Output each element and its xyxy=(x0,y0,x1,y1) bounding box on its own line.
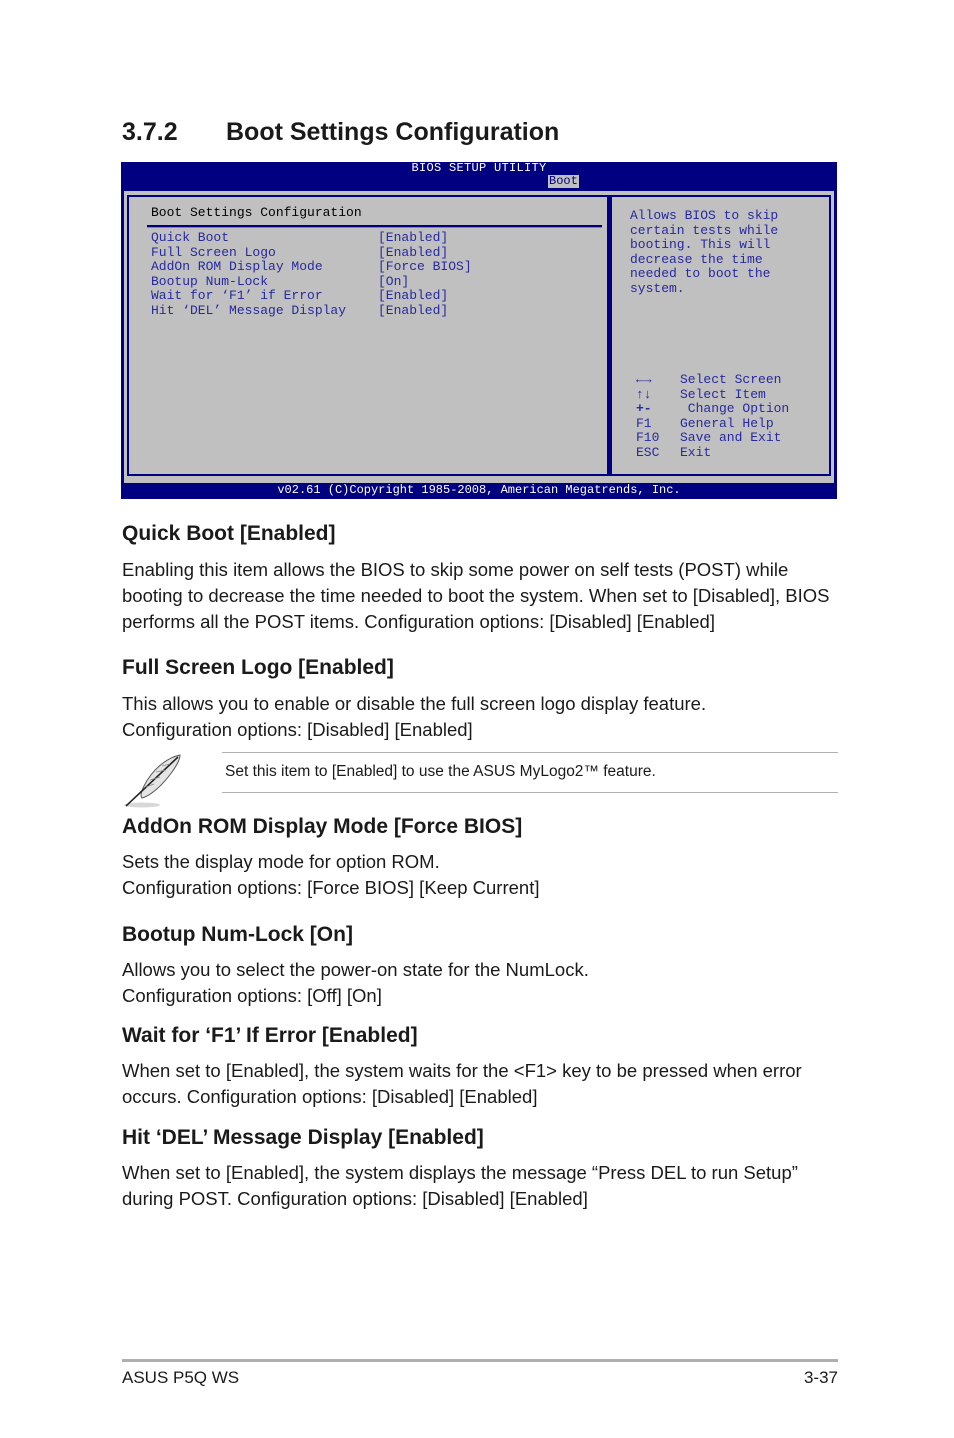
bios-title-bar: BIOS SETUP UTILITY Boot xyxy=(121,162,837,188)
setting-addon-rom-display-mode[interactable]: AddOn ROM Display Mode [Force BIOS] xyxy=(151,259,472,275)
footer-product: ASUS P5Q WS xyxy=(122,1368,240,1387)
setting-label: Full Screen Logo xyxy=(151,244,276,260)
desc-num-lock: Allows you to select the power-on state … xyxy=(122,959,589,1006)
note-top-rule xyxy=(222,752,838,753)
setting-value: [Enabled] xyxy=(378,230,449,245)
panel-heading: Boot Settings Configuration xyxy=(151,205,362,220)
key-name: F1 xyxy=(636,415,652,431)
key-action: Select Item xyxy=(680,386,766,402)
page-footer-rule xyxy=(122,1359,838,1362)
setting-label: Hit ‘DEL’ Message Display xyxy=(151,302,347,318)
setting-label: Bootup Num-Lock xyxy=(151,273,269,289)
setting-value: [On] xyxy=(378,273,410,289)
heading-num-lock: Bootup Num-Lock [On] xyxy=(122,923,353,946)
feather-pen-icon xyxy=(124,754,181,808)
key-select-item: ↑↓ Select Item xyxy=(636,386,789,403)
key-save-exit: F10 Save and Exit xyxy=(636,430,789,446)
note-box: Set this item to [Enabled] to use the AS… xyxy=(122,752,838,808)
note-bottom-rule xyxy=(222,792,838,793)
heading-divider xyxy=(147,225,602,228)
bios-body: Boot Settings Configuration Quick Boot [E… xyxy=(124,191,834,483)
settings-pane: Boot Settings Configuration Quick Boot [E… xyxy=(127,195,607,476)
note-text: Set this item to [Enabled] to use the AS… xyxy=(225,763,656,780)
desc-full-screen-logo: This allows you to enable or disable the… xyxy=(122,693,707,740)
key-general-help: F1 General Help xyxy=(636,415,789,432)
key-name: ESC xyxy=(636,444,660,460)
arrows-up-down-icon: ↑↓ xyxy=(636,386,652,402)
setting-value: [Enabled] xyxy=(378,302,449,318)
help-pane: Allows BIOS to skip certain tests while … xyxy=(610,195,831,476)
tab-boot[interactable]: Boot xyxy=(548,175,579,188)
heading-wait-f1: Wait for ‘F1’ If Error [Enabled] xyxy=(122,1024,418,1047)
section-title-text: Boot Settings Configuration xyxy=(226,118,560,146)
setting-wait-for-f1[interactable]: Wait for ‘F1’ if Error [Enabled] xyxy=(151,288,472,304)
heading-full-screen-logo: Full Screen Logo [Enabled] xyxy=(122,656,394,679)
key-name: F10 xyxy=(636,430,660,445)
desc-addon-rom: Sets the display mode for option ROM. Co… xyxy=(122,851,540,898)
section-number: 3.7.2 xyxy=(122,118,178,146)
setting-full-screen-logo[interactable]: Full Screen Logo [Enabled] xyxy=(151,244,472,261)
plus-minus-icon: +- xyxy=(636,401,652,416)
desc-quick-boot: Enabling this item allows the BIOS to sk… xyxy=(122,559,830,632)
arrows-left-right-icon: ←→ xyxy=(636,372,652,387)
section-title: 3.7.2 Boot Settings Configuration xyxy=(122,118,559,147)
key-action: Save and Exit xyxy=(680,430,782,445)
key-action: Change Option xyxy=(680,401,790,416)
setting-label: AddOn ROM Display Mode xyxy=(151,259,323,274)
key-exit: ESC Exit xyxy=(636,444,789,461)
bios-copyright: v02.61 (C)Copyright 1985-2008, American … xyxy=(277,483,681,497)
help-text: Allows BIOS to skip certain tests while … xyxy=(630,208,779,296)
heading-hit-del: Hit ‘DEL’ Message Display [Enabled] xyxy=(122,1126,484,1149)
bios-screenshot: BIOS SETUP UTILITY Boot Boot Settings Co… xyxy=(121,162,837,499)
footer-page-number: 3-37 xyxy=(803,1368,838,1387)
setting-hit-del-message[interactable]: Hit ‘DEL’ Message Display [Enabled] xyxy=(151,302,472,319)
bios-utility-title: BIOS SETUP UTILITY xyxy=(411,161,547,175)
setting-value: [Force BIOS] xyxy=(378,259,472,274)
setting-quick-boot[interactable]: Quick Boot [Enabled] xyxy=(151,230,472,246)
desc-wait-f1: When set to [Enabled], the system waits … xyxy=(122,1060,802,1107)
key-action: Exit xyxy=(680,444,712,460)
key-action: Select Screen xyxy=(680,372,782,387)
key-change-option: +- Change Option xyxy=(636,401,790,417)
setting-label: Quick Boot xyxy=(151,230,230,245)
key-action: General Help xyxy=(680,415,774,431)
key-select-screen: ←→ Select Screen xyxy=(636,372,789,388)
settings-list: Quick Boot [Enabled] Full Screen Logo [Ena… xyxy=(151,230,472,319)
desc-hit-del: When set to [Enabled], the system displa… xyxy=(122,1162,798,1209)
heading-quick-boot: Quick Boot [Enabled] xyxy=(122,522,336,545)
heading-addon-rom: AddOn ROM Display Mode [Force BIOS] xyxy=(122,815,523,838)
key-legend: ←→ Select Screen ↑↓ Select Item +- Change … xyxy=(636,372,790,461)
setting-value: [Enabled] xyxy=(378,288,449,303)
setting-label: Wait for ‘F1’ if Error xyxy=(151,288,323,303)
setting-value: [Enabled] xyxy=(378,244,449,260)
setting-bootup-num-lock[interactable]: Bootup Num-Lock [On] xyxy=(151,273,472,290)
